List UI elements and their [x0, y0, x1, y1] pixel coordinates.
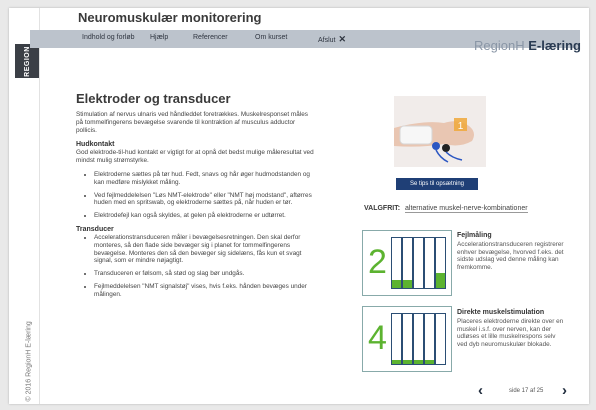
page-heading: Elektroder og transducer — [76, 91, 231, 106]
transducer-list: Accelerationstransduceren måler i bevæge… — [76, 234, 316, 299]
list-item: Ved fejlmeddelelsen "Løs NMT-elektrode" … — [94, 192, 316, 208]
copyright-text: © 2016 RegionH E-læring — [25, 321, 33, 402]
tof-bar — [413, 313, 424, 365]
close-icon: ✕ — [338, 34, 347, 44]
nav-hjaelp[interactable]: Hjælp — [150, 34, 168, 41]
nav-referencer[interactable]: Referencer — [193, 34, 228, 41]
list-item: Accelerationstransduceren måler i bevæge… — [94, 234, 316, 265]
card-number: 4 — [368, 319, 387, 357]
list-item: Transduceren er følsom, så stød og slag … — [94, 270, 316, 278]
train-of-four-card-2: 4 — [362, 306, 452, 372]
hand-illustration: 1 — [394, 96, 486, 167]
card-title-fejlmaaling: Fejlmåling — [457, 232, 492, 239]
tof-bar — [435, 237, 446, 289]
tof-bar — [413, 237, 424, 289]
tof-bar — [402, 237, 413, 289]
main-content: Elektroder og transducer Stimulation af … — [76, 92, 316, 305]
hand-electrode-photo: 1 — [394, 96, 486, 167]
setup-tips-button[interactable]: Se tips til opsætning — [396, 178, 478, 190]
region-logo: REGION — [15, 44, 39, 78]
tof-bar-fill — [392, 360, 401, 364]
tof-bar-fill — [392, 280, 401, 288]
tof-bar — [402, 313, 413, 365]
tof-bar-fill — [414, 360, 423, 364]
card-text-direkte: Placeres elektroderne direkte over en mu… — [457, 318, 564, 348]
section-heading-transducer: Transducer — [76, 225, 114, 233]
card-text-fejlmaaling: Accelerationstransduceren registrerer en… — [457, 241, 564, 271]
next-page-button[interactable]: › — [562, 382, 567, 400]
photo-number: 1 — [458, 121, 464, 132]
list-item: Elektrodefejl kan også skyldes, at gelen… — [94, 212, 316, 220]
left-bar: REGION © 2016 RegionH E-læring — [9, 8, 40, 404]
tof-bar-fill — [425, 360, 434, 364]
brand-elearning: E-læring — [528, 38, 581, 53]
brand-logo: RegionH E-læring — [474, 38, 581, 53]
tof-bar-fill — [403, 360, 412, 364]
app-title: Neuromuskulær monitorering — [78, 10, 262, 25]
optional-section: VALGFRIT: alternative muskel-nerve-kombi… — [364, 205, 528, 213]
tof-bar — [391, 237, 402, 289]
train-of-four-card-1: 2 — [362, 230, 452, 296]
tof-bar — [391, 313, 402, 365]
tof-bar — [435, 313, 446, 365]
hudkontakt-list: Elektroderne sættes på tør hud. Fedt, sn… — [76, 171, 316, 220]
card-number: 2 — [368, 243, 387, 281]
intro-text: Stimulation af nervus ulnaris ved håndle… — [76, 111, 308, 134]
section-text-hudkontakt: God elektrode-til-hud kontakt er vigtigt… — [76, 149, 314, 165]
afslut-label: Afslut — [318, 37, 336, 44]
tof-bar-fill — [436, 273, 445, 288]
pagination: ‹ side 17 af 25 › — [478, 382, 578, 402]
alternative-combinations-link[interactable]: alternative muskel-nerve-kombinationer — [405, 205, 528, 213]
tof-bar-fill — [403, 280, 412, 288]
list-item: Fejlmeddelelsen "NMT signalstøj" vises, … — [94, 283, 316, 299]
tof-bar — [424, 313, 435, 365]
nav-indhold[interactable]: Indhold og forløb — [82, 34, 135, 41]
nav-afslut[interactable]: Afslut ✕ — [318, 34, 346, 45]
list-item: Elektroderne sættes på tør hud. Fedt, sn… — [94, 171, 316, 187]
tof-bar — [424, 237, 435, 289]
brand-region: RegionH — [474, 38, 525, 53]
nav-om-kurset[interactable]: Om kurset — [255, 34, 287, 41]
page-indicator: side 17 af 25 — [509, 388, 544, 394]
prev-page-button[interactable]: ‹ — [478, 382, 483, 400]
card-title-direkte: Direkte muskelstimulation — [457, 309, 545, 316]
optional-label: VALGFRIT: — [364, 205, 401, 212]
